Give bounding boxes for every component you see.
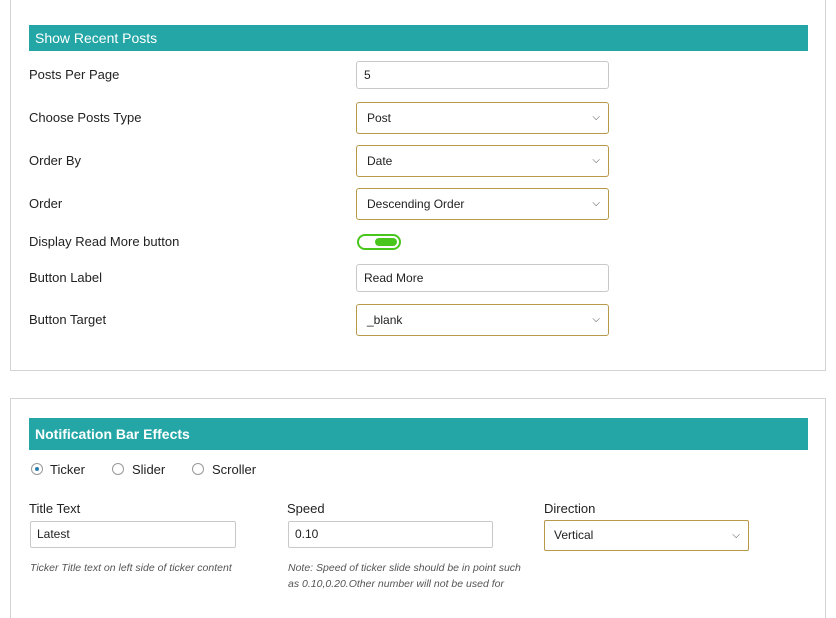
speed-input[interactable]: 0.10 [288, 521, 493, 548]
button-label-label: Button Label [29, 270, 103, 285]
recent-posts-panel: Show Recent Posts Posts Per Page 5 Choos… [10, 0, 826, 371]
button-label-value: Read More [364, 271, 424, 285]
read-more-label: Display Read More button [29, 234, 180, 249]
ticker-radio[interactable] [31, 463, 43, 475]
speed-note-line1: Note: Speed of ticker slide should be in… [288, 562, 521, 574]
order-select[interactable]: Descending Order ⌵ [356, 188, 609, 220]
chevron-down-icon: ⌵ [592, 198, 600, 209]
order-by-label: Order By [29, 153, 82, 168]
slider-radio-label[interactable]: Slider [132, 463, 165, 477]
order-value: Descending Order [367, 197, 465, 211]
posts-type-value: Post [367, 111, 392, 125]
speed-note-line2: as 0.10,0.20.Other number will not be us… [288, 578, 504, 590]
notification-effects-panel: Notification Bar Effects Ticker Slider S… [10, 398, 826, 618]
read-more-toggle[interactable] [357, 234, 401, 250]
direction-label: Direction [544, 501, 596, 516]
toggle-knob [375, 238, 397, 246]
chevron-down-icon: ⌵ [592, 314, 600, 325]
title-text-note: Ticker Title text on left side of ticker… [30, 562, 232, 574]
button-target-label: Button Target [29, 312, 107, 327]
posts-per-page-value: 5 [364, 68, 371, 82]
title-text-value: Latest [37, 527, 70, 541]
posts-per-page-label: Posts Per Page [29, 67, 120, 82]
notification-effects-header: Notification Bar Effects [29, 418, 808, 450]
speed-label: Speed [287, 501, 325, 516]
button-label-input[interactable]: Read More [356, 264, 609, 292]
posts-per-page-input[interactable]: 5 [356, 61, 609, 89]
scroller-radio-label[interactable]: Scroller [212, 463, 256, 477]
title-text-input[interactable]: Latest [30, 521, 236, 548]
title-text-label: Title Text [29, 501, 81, 516]
ticker-radio-label[interactable]: Ticker [50, 463, 85, 477]
button-target-select[interactable]: _blank ⌵ [356, 304, 609, 336]
speed-value: 0.10 [295, 527, 319, 541]
posts-type-select[interactable]: Post ⌵ [356, 102, 609, 134]
chevron-down-icon: ⌵ [592, 155, 600, 166]
slider-radio[interactable] [112, 463, 124, 475]
posts-type-label: Choose Posts Type [29, 110, 142, 125]
recent-posts-header: Show Recent Posts [29, 25, 808, 51]
chevron-down-icon: ⌵ [732, 530, 740, 541]
scroller-radio[interactable] [192, 463, 204, 475]
button-target-value: _blank [367, 313, 403, 327]
order-label: Order [29, 196, 63, 211]
chevron-down-icon: ⌵ [592, 112, 600, 123]
direction-value: Vertical [554, 528, 594, 542]
order-by-select[interactable]: Date ⌵ [356, 145, 609, 177]
direction-select[interactable]: Vertical ⌵ [544, 520, 749, 551]
order-by-value: Date [367, 154, 393, 168]
